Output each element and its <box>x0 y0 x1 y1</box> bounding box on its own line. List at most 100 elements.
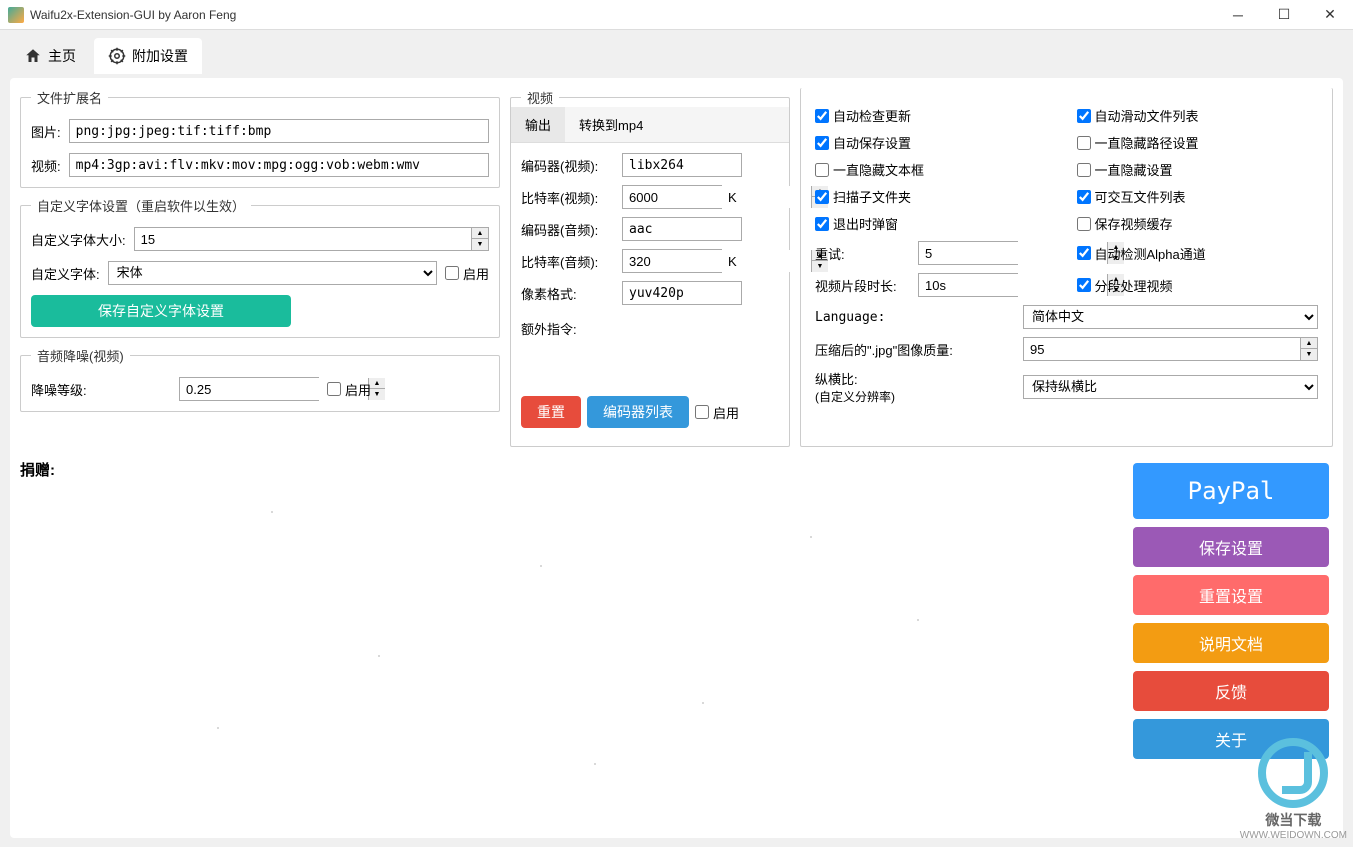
segment-length-spinner[interactable]: ▲▼ <box>918 273 1018 297</box>
gear-icon <box>108 47 126 65</box>
watermark-line2: WWW.WEIDOWN.COM <box>1240 830 1347 841</box>
segment-video-checkbox[interactable] <box>1077 278 1091 292</box>
encoder-list-button[interactable]: 编码器列表 <box>587 396 689 428</box>
font-size-label: 自定义字体大小: <box>31 230 126 249</box>
video-group: 视频 输出 转换到mp4 编码器(视频): 比特率(视频): ▲▼ <box>510 88 790 447</box>
hide-textbox-checkbox[interactable] <box>815 163 829 177</box>
docs-button[interactable]: 说明文档 <box>1133 623 1329 663</box>
retry-spinner[interactable]: ▲▼ <box>918 241 1018 265</box>
custom-font-group: 自定义字体设置（重启软件以生效） 自定义字体大小: ▲▼ 自定义字体: 宋体 <box>20 196 500 338</box>
denoise-enable-checkbox[interactable] <box>327 382 341 396</box>
video-reset-button[interactable]: 重置 <box>521 396 581 428</box>
scan-subdirs-checkbox[interactable] <box>815 190 829 204</box>
interactive-list-checkbox[interactable] <box>1077 190 1091 204</box>
jpg-quality-label: 压缩后的".jpg"图像质量: <box>815 340 1015 359</box>
watermark: 微当下载 WWW.WEIDOWN.COM <box>1240 738 1347 841</box>
pixfmt-label: 像素格式: <box>521 284 616 303</box>
auto-scroll-label: 自动滑动文件列表 <box>1095 106 1199 125</box>
close-button[interactable]: ✕ <box>1307 0 1353 30</box>
spin-up-icon[interactable]: ▲ <box>369 378 385 389</box>
abitrate-input[interactable] <box>623 250 811 272</box>
titlebar: Waifu2x-Extension-GUI by Aaron Feng ─ ☐ … <box>0 0 1353 30</box>
tab-home-label: 主页 <box>48 46 76 66</box>
save-font-button[interactable]: 保存自定义字体设置 <box>31 295 291 327</box>
paypal-button[interactable]: PayPal <box>1133 463 1329 519</box>
auto-alpha-checkbox[interactable] <box>1077 246 1091 260</box>
image-ext-input[interactable] <box>69 119 489 143</box>
auto-save-label: 自动保存设置 <box>833 133 911 152</box>
language-select[interactable]: 简体中文 <box>1023 305 1318 329</box>
segment-length-label: 视频片段时长: <box>815 276 910 295</box>
font-enable-label: 启用 <box>463 264 489 283</box>
tab-home[interactable]: 主页 <box>10 38 90 74</box>
spin-down-icon[interactable]: ▼ <box>1301 349 1317 360</box>
auto-scroll-checkbox[interactable] <box>1077 109 1091 123</box>
segment-video-label: 分段处理视频 <box>1095 276 1173 295</box>
video-ext-label: 视频: <box>31 156 61 175</box>
audio-denoise-group: 音频降噪(视频) 降噪等级: ▲▼ 启用 <box>20 346 500 412</box>
retry-label: 重试: <box>815 244 910 263</box>
language-label: Language: <box>815 310 1015 325</box>
subtab-convert[interactable]: 转换到mp4 <box>565 107 657 142</box>
jpg-quality-spinner[interactable]: ▲▼ <box>1023 337 1318 361</box>
popup-exit-label: 退出时弹窗 <box>833 214 898 233</box>
font-legend: 自定义字体设置（重启软件以生效） <box>31 196 251 215</box>
vbitrate-input[interactable] <box>623 186 811 208</box>
font-family-select[interactable]: 宋体 <box>108 261 437 285</box>
save-settings-button[interactable]: 保存设置 <box>1133 527 1329 567</box>
maximize-button[interactable]: ☐ <box>1261 0 1307 30</box>
denoise-level-spinner[interactable]: ▲▼ <box>179 377 319 401</box>
interactive-list-label: 可交互文件列表 <box>1095 187 1186 206</box>
spin-down-icon[interactable]: ▼ <box>369 389 385 400</box>
pixfmt-input[interactable] <box>622 281 742 305</box>
options-group: 自动检查更新 自动滑动文件列表 自动保存设置 一直隐藏路径设置 一直隐藏文本框 … <box>800 88 1333 447</box>
main-panel: 文件扩展名 图片: 视频: 自定义字体设置（重启软件以生效） 自定义字体大小: <box>10 78 1343 838</box>
font-size-input[interactable] <box>135 228 471 250</box>
tab-extra-label: 附加设置 <box>132 46 188 66</box>
font-enable-checkbox[interactable] <box>445 266 459 280</box>
tab-extra-settings[interactable]: 附加设置 <box>94 38 202 74</box>
minimize-button[interactable]: ─ <box>1215 0 1261 30</box>
hide-path-checkbox[interactable] <box>1077 136 1091 150</box>
vbitrate-spinner[interactable]: ▲▼ <box>622 185 722 209</box>
image-ext-label: 图片: <box>31 122 61 141</box>
vcodec-label: 编码器(视频): <box>521 156 616 175</box>
font-size-spinner[interactable]: ▲▼ <box>134 227 489 251</box>
main-tabs: 主页 附加设置 <box>10 38 1343 74</box>
save-video-cache-label: 保存视频缓存 <box>1095 214 1173 233</box>
file-ext-legend: 文件扩展名 <box>31 88 108 107</box>
save-video-cache-checkbox[interactable] <box>1077 217 1091 231</box>
unit-k: K <box>728 190 737 205</box>
auto-save-checkbox[interactable] <box>815 136 829 150</box>
scan-subdirs-label: 扫描子文件夹 <box>833 187 911 206</box>
acodec-input[interactable] <box>622 217 742 241</box>
reset-settings-button[interactable]: 重置设置 <box>1133 575 1329 615</box>
feedback-button[interactable]: 反馈 <box>1133 671 1329 711</box>
video-ext-input[interactable] <box>69 153 489 177</box>
denoise-enable-label: 启用 <box>345 380 371 399</box>
abitrate-spinner[interactable]: ▲▼ <box>622 249 722 273</box>
window-title: Waifu2x-Extension-GUI by Aaron Feng <box>30 8 236 22</box>
aspect-select[interactable]: 保持纵横比 <box>1023 375 1318 399</box>
watermark-line1: 微当下载 <box>1240 810 1347 830</box>
spin-up-icon[interactable]: ▲ <box>1301 338 1317 349</box>
auto-alpha-label: 自动检测Alpha通道 <box>1095 244 1206 263</box>
denoise-legend: 音频降噪(视频) <box>31 346 130 365</box>
hide-textbox-label: 一直隐藏文本框 <box>833 160 924 179</box>
auto-update-checkbox[interactable] <box>815 109 829 123</box>
donate-label: 捐赠: <box>20 459 55 480</box>
video-enable-checkbox[interactable] <box>695 405 709 419</box>
spin-up-icon[interactable]: ▲ <box>472 228 488 239</box>
spin-down-icon[interactable]: ▼ <box>472 239 488 250</box>
home-icon <box>24 47 42 65</box>
window-controls: ─ ☐ ✕ <box>1215 0 1353 30</box>
popup-exit-checkbox[interactable] <box>815 217 829 231</box>
vcodec-input[interactable] <box>622 153 742 177</box>
hide-path-label: 一直隐藏路径设置 <box>1095 133 1199 152</box>
denoise-level-label: 降噪等级: <box>31 380 171 399</box>
aspect-label: 纵横比: <box>815 369 1015 388</box>
hide-settings-checkbox[interactable] <box>1077 163 1091 177</box>
jpg-quality-input[interactable] <box>1024 338 1300 360</box>
font-family-label: 自定义字体: <box>31 264 100 283</box>
subtab-output[interactable]: 输出 <box>511 107 565 142</box>
